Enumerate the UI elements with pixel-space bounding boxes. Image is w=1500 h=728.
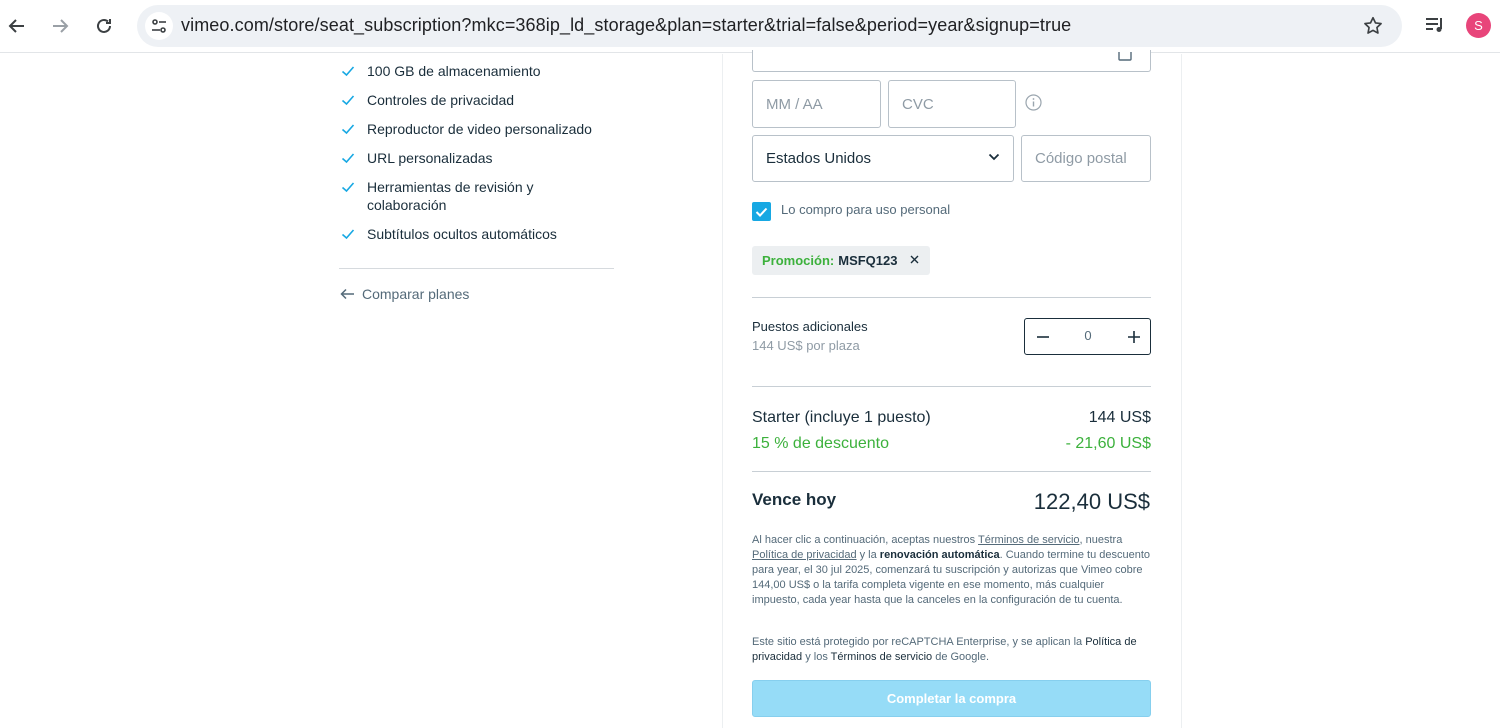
feature-item: Controles de privacidad [340,91,614,109]
plus-icon [1128,331,1140,343]
personal-use-checkbox[interactable] [752,202,771,221]
compare-plans-label: Comparar planes [362,286,470,302]
feature-label: Controles de privacidad [367,92,515,108]
back-button[interactable] [1,10,33,42]
address-bar[interactable]: vimeo.com/store/seat_subscription?mkc=36… [137,5,1402,47]
arrow-left-icon [340,288,354,300]
legal-text: y los [802,651,831,663]
cvc-placeholder: CVC [902,95,934,113]
legal-text: de Google. [932,651,990,663]
check-icon [341,182,355,193]
postal-placeholder: Código postal [1035,150,1127,167]
feature-label: 100 GB de almacenamiento [367,63,541,79]
promo-label: Promoción: [762,253,835,268]
legal-text: , nuestra [1079,534,1123,546]
due-today-label: Vence hoy [752,490,837,509]
google-terms-link[interactable]: Términos de servicio [831,651,932,663]
feature-label: Subtítulos ocultos automáticos [367,226,557,242]
checkmark-icon [755,207,768,217]
info-icon[interactable] [1025,94,1042,111]
plan-features-list: 100 GB de almacenamiento Controles de pr… [340,62,614,254]
compare-plans-link[interactable]: Comparar planes [340,286,469,302]
reload-icon [97,18,111,33]
discount-amount: - 21,60 US$ [1065,435,1151,452]
seats-stepper: 0 [1024,318,1151,355]
divider [752,471,1151,472]
country-value: Estados Unidos [766,150,872,167]
feature-item: URL personalizadas [340,149,614,167]
feature-label: URL personalizadas [367,150,493,166]
terms-link[interactable]: Términos de servicio [978,534,1079,546]
promo-code-chip: Promoción: MSFQ123 [752,246,930,275]
arrow-right-icon [53,19,69,33]
promo-code: MSFQ123 [838,253,898,268]
card-icon [1118,52,1132,61]
chevron-down-icon [988,153,1000,161]
expiry-placeholder: MM / AA [766,95,823,113]
check-icon [341,229,355,240]
additional-seats-title: Puestos adicionales [752,319,868,334]
feature-item: 100 GB de almacenamiento [340,62,614,80]
forward-button[interactable] [44,10,76,42]
privacy-link[interactable]: Política de privacidad [752,549,857,561]
browser-toolbar: vimeo.com/store/seat_subscription?mkc=36… [0,0,1500,53]
minus-icon [1037,336,1049,338]
auto-renew-text: renovación automática [879,549,1000,561]
check-icon [341,153,355,164]
media-queue-icon[interactable] [1422,12,1448,38]
legal-text: Al hacer clic a continuación, aceptas nu… [752,534,979,546]
feature-label: Reproductor de video personalizado [367,121,592,137]
feature-label: Herramientas de revisión y colaboración [367,179,534,213]
scrollbar-track[interactable] [1490,54,1500,728]
profile-avatar[interactable]: S [1466,13,1491,38]
country-select[interactable]: Estados Unidos [752,135,1014,182]
arrow-left-icon [8,19,24,33]
legal-terms-text: Al hacer clic a continuación, aceptas nu… [752,533,1152,608]
seat-price: 144 US$ por plaza [752,338,860,353]
divider [339,268,614,269]
seats-count-input[interactable]: 0 [1065,328,1111,343]
complete-purchase-button[interactable]: Completar la compra [752,680,1151,717]
reload-button[interactable] [88,10,120,42]
due-today-amount: 122,40 US$ [1033,489,1150,514]
close-icon[interactable] [909,254,920,265]
feature-item: Herramientas de revisión y colaboración [340,178,614,214]
plan-price: 144 US$ [1088,409,1151,426]
checkout-page: 100 GB de almacenamiento Controles de pr… [0,50,1500,728]
url-text[interactable]: vimeo.com/store/seat_subscription?mkc=36… [181,15,1071,36]
divider [752,297,1151,298]
card-number-field[interactable] [752,50,1151,72]
decrement-button[interactable] [1031,325,1055,349]
increment-button[interactable] [1122,325,1146,349]
personal-use-label[interactable]: Lo compro para uso personal [781,202,950,217]
cvc-field[interactable]: CVC [888,80,1016,128]
bookmark-star-icon[interactable] [1362,15,1384,37]
feature-item: Reproductor de video personalizado [340,120,614,138]
recaptcha-text: Este sitio está protegido por reCAPTCHA … [752,635,1152,665]
check-icon [341,66,355,77]
check-icon [341,95,355,106]
plan-label: Starter (incluye 1 puesto) [752,409,931,426]
divider [752,386,1151,387]
legal-text: y la [856,549,880,561]
discount-label: 15 % de descuento [752,435,889,452]
check-icon [341,124,355,135]
expiry-field[interactable]: MM / AA [752,80,881,128]
site-settings-icon[interactable] [145,12,173,40]
feature-item: Subtítulos ocultos automáticos [340,225,614,243]
postal-code-field[interactable]: Código postal [1021,135,1151,182]
legal-text: Este sitio está protegido por reCAPTCHA … [752,636,1086,648]
